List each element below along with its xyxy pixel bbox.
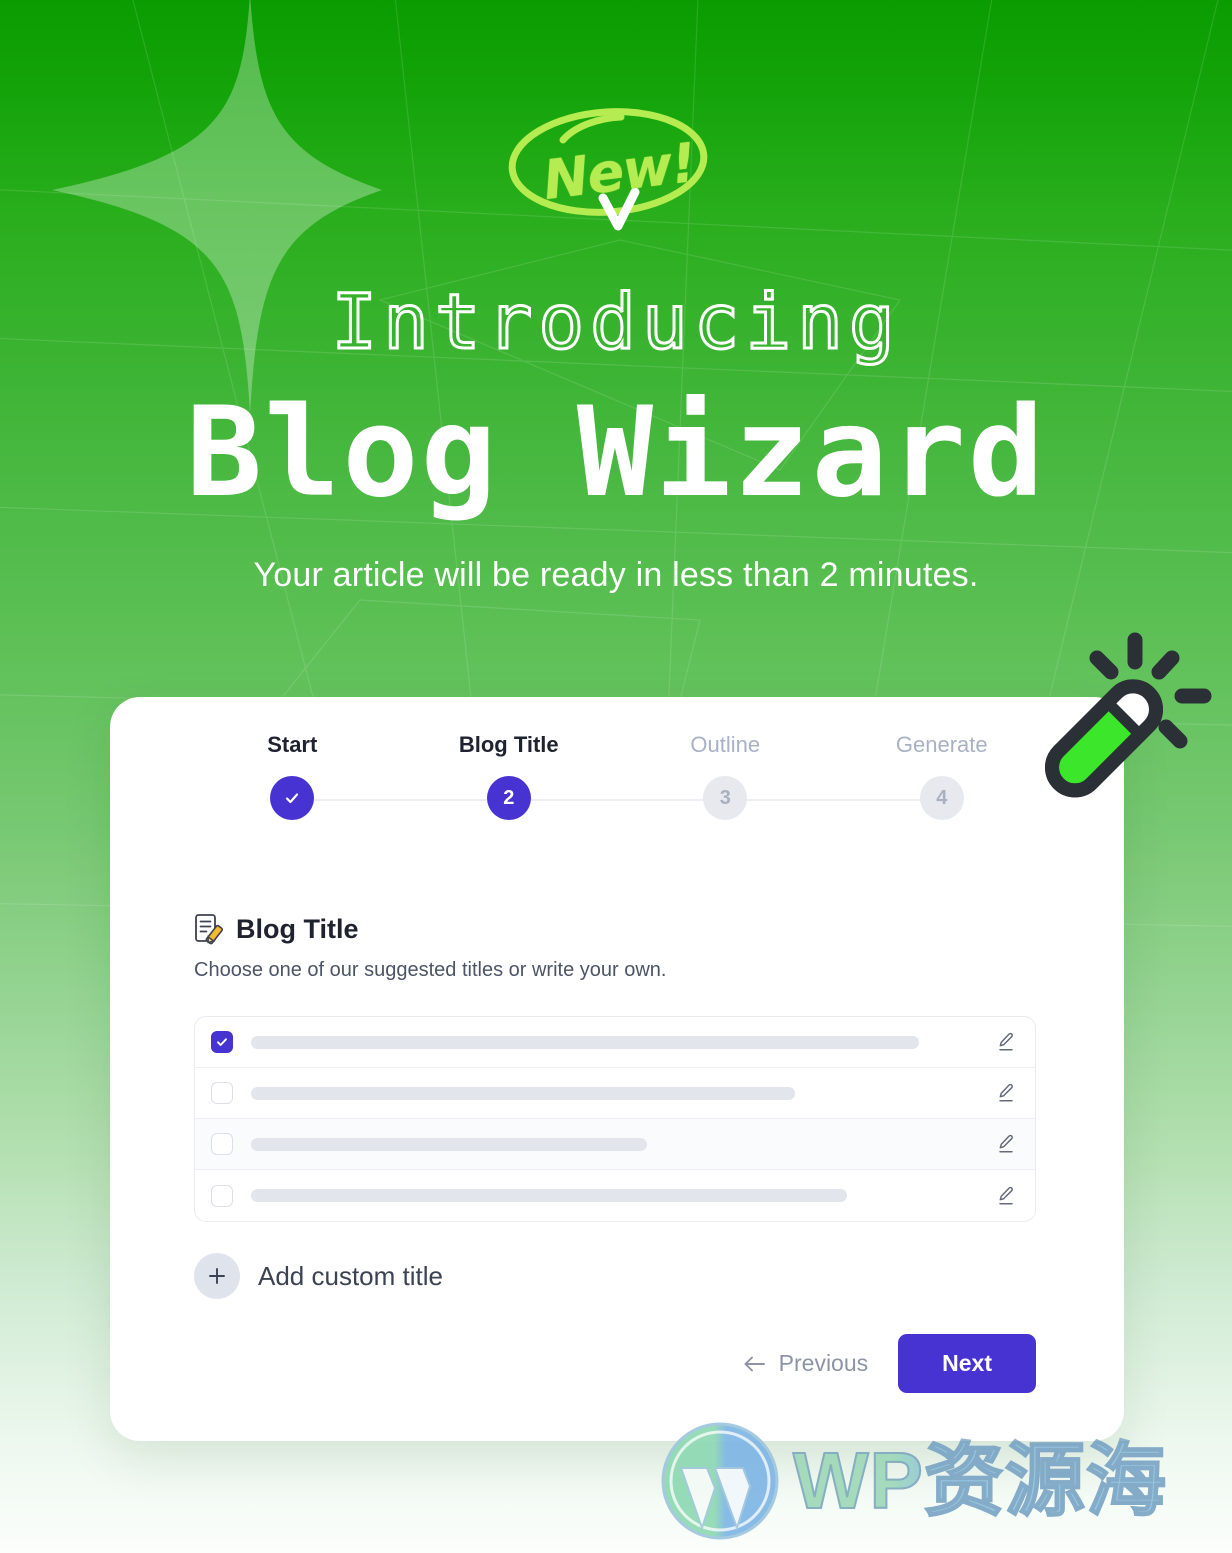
step-dot-blog-title[interactable]: 2 bbox=[486, 776, 531, 820]
section-title: Blog Title bbox=[236, 913, 359, 944]
step-label-blog-title: Blog Title bbox=[458, 732, 559, 757]
magic-wand-icon bbox=[1045, 632, 1212, 798]
add-custom-title-button[interactable]: Add custom title bbox=[194, 1253, 443, 1299]
wordpress-logo-icon bbox=[661, 1422, 779, 1540]
hero-subtitle: Your article will be ready in less than … bbox=[253, 556, 979, 594]
pencil-edit-icon[interactable] bbox=[995, 1031, 1017, 1053]
pencil-edit-icon[interactable] bbox=[995, 1185, 1017, 1207]
plus-icon bbox=[194, 1253, 240, 1299]
add-custom-title-label: Add custom title bbox=[258, 1260, 443, 1291]
title-skeleton-placeholder bbox=[251, 1137, 647, 1151]
title-option-checkbox[interactable] bbox=[211, 1133, 233, 1155]
title-option-checkbox[interactable] bbox=[211, 1031, 233, 1053]
title-skeleton-placeholder bbox=[251, 1086, 795, 1100]
section-heading: Blog Title bbox=[194, 913, 359, 945]
hero-eyebrow: Introducing bbox=[330, 277, 901, 366]
step-column-start[interactable]: Start bbox=[184, 732, 401, 758]
next-button[interactable]: Next bbox=[898, 1334, 1036, 1393]
pencil-edit-icon[interactable] bbox=[995, 1133, 1017, 1155]
title-option-checkbox[interactable] bbox=[211, 1082, 233, 1104]
pencil-edit-icon[interactable] bbox=[995, 1082, 1017, 1104]
title-option-row[interactable] bbox=[195, 1017, 1035, 1068]
wizard-footer: Previous Next bbox=[743, 1334, 1036, 1393]
title-option-row[interactable] bbox=[195, 1119, 1035, 1170]
step-dot-generate[interactable]: 4 bbox=[919, 776, 964, 820]
step-column-blog-title[interactable]: Blog Title bbox=[401, 732, 618, 758]
title-options-list bbox=[194, 1016, 1036, 1222]
previous-button[interactable]: Previous bbox=[743, 1350, 868, 1377]
check-icon bbox=[286, 793, 299, 804]
step-column-outline[interactable]: Outline bbox=[617, 732, 834, 758]
check-icon bbox=[217, 1038, 227, 1046]
new-badge: New! bbox=[495, 100, 730, 260]
watermark: WP资源海 bbox=[655, 1416, 1167, 1546]
title-option-row[interactable] bbox=[195, 1170, 1035, 1221]
step-label-outline: Outline bbox=[690, 732, 761, 757]
arrow-left-icon bbox=[744, 1356, 765, 1371]
title-option-row[interactable] bbox=[195, 1068, 1035, 1119]
previous-button-label: Previous bbox=[778, 1350, 869, 1376]
memo-pencil-icon bbox=[195, 914, 224, 945]
title-skeleton-placeholder bbox=[251, 1035, 919, 1049]
step-dot-start[interactable] bbox=[270, 776, 315, 820]
title-skeleton-placeholder bbox=[251, 1189, 847, 1202]
section-description: Choose one of our suggested titles or wr… bbox=[194, 959, 667, 981]
step-label-start: Start bbox=[267, 732, 318, 757]
step-dot-outline[interactable]: 3 bbox=[703, 776, 748, 820]
title-option-checkbox[interactable] bbox=[211, 1184, 233, 1207]
watermark-text: WP资源海 bbox=[792, 1436, 1167, 1525]
page-title: Blog Wizard bbox=[185, 381, 1047, 525]
wizard-card: Start Blog Title Outline Generate 2 3 4 … bbox=[110, 697, 1124, 1441]
wizard-stepper: Start Blog Title Outline Generate 2 3 4 bbox=[184, 732, 1050, 852]
